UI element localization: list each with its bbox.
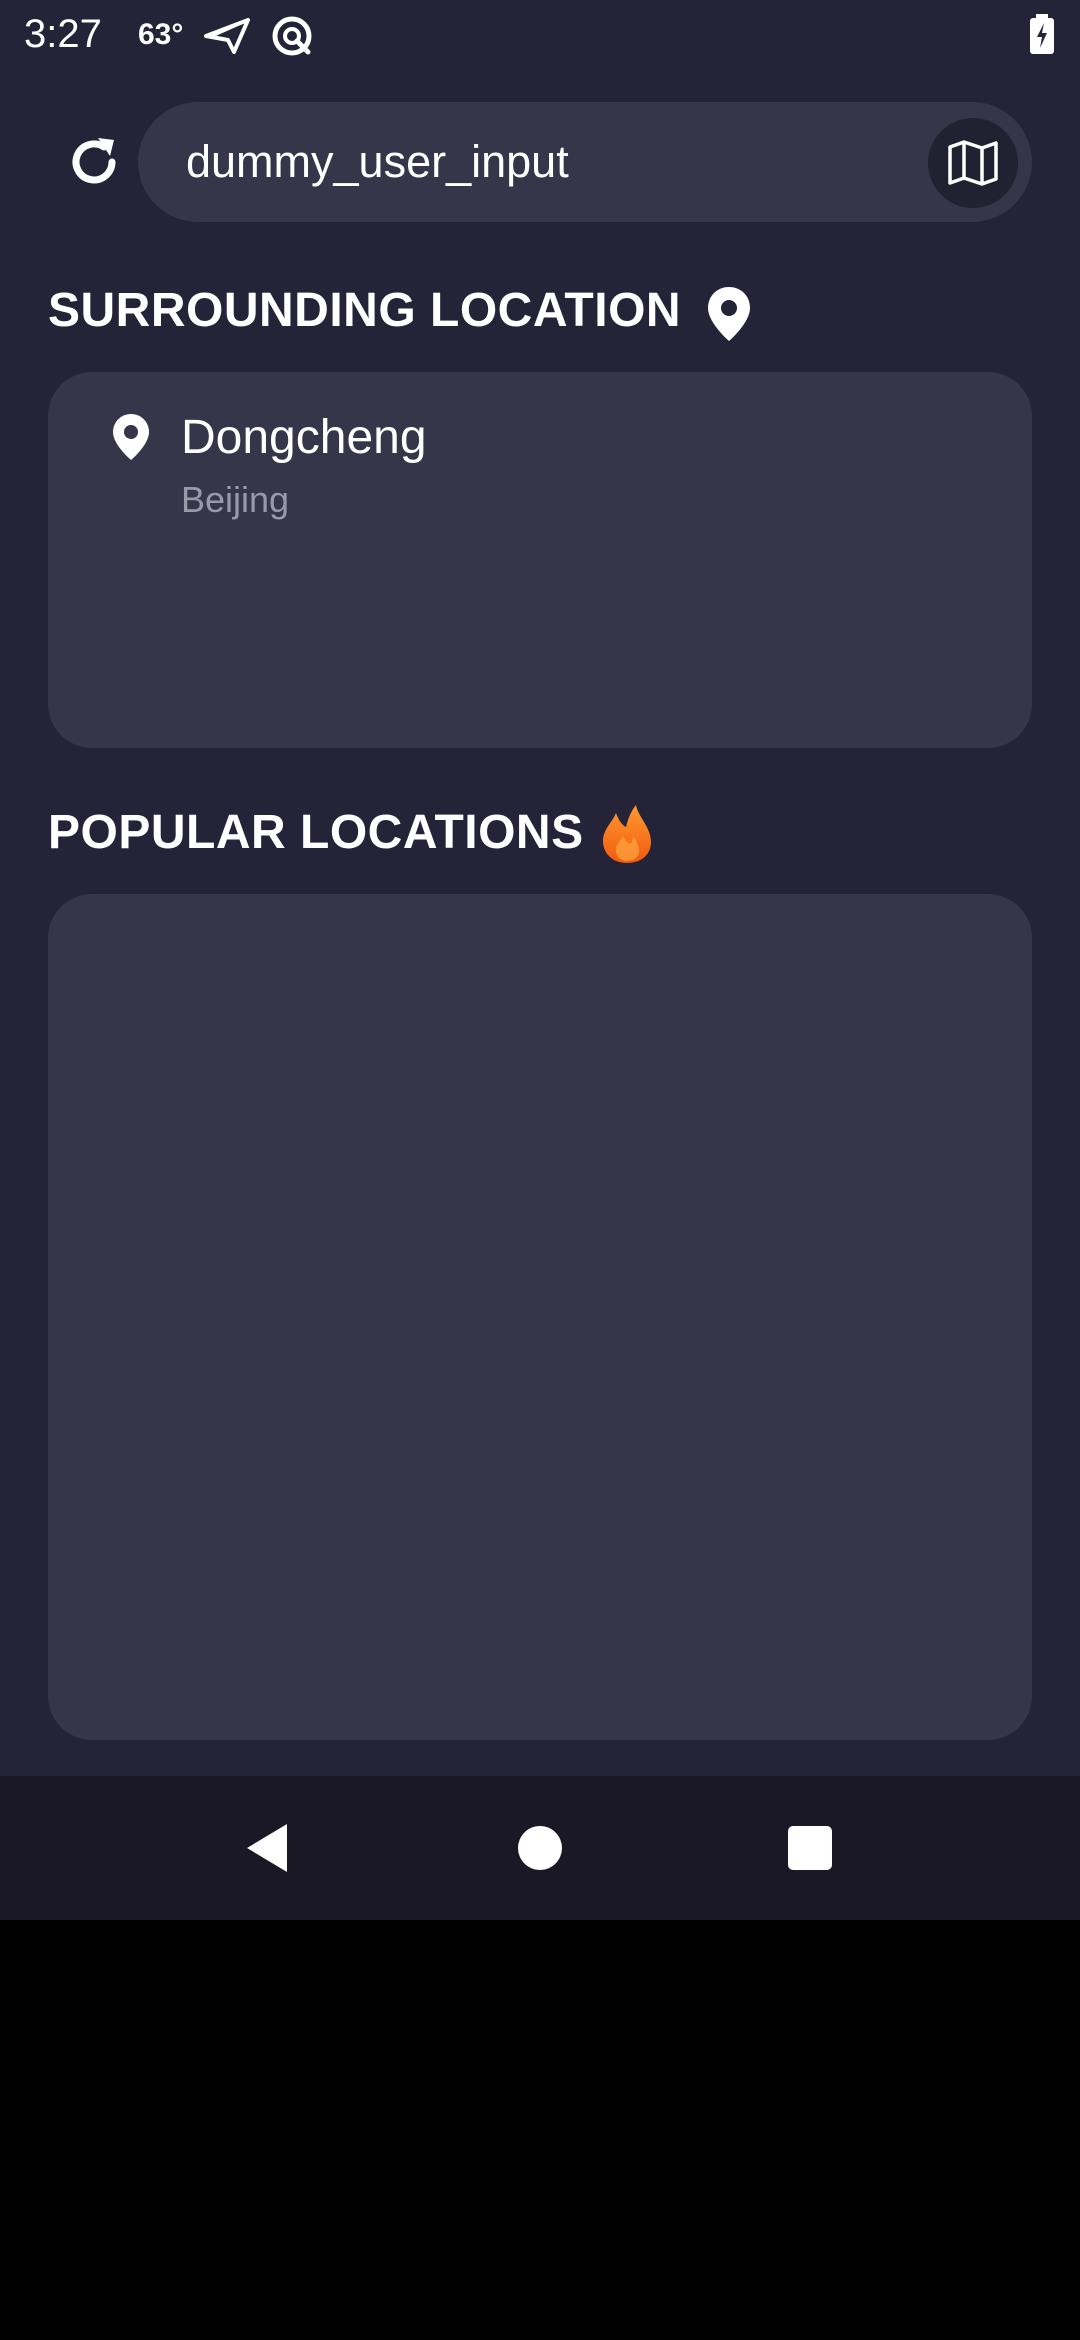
status-time: 3:27 [24,12,102,56]
navigation-bar [0,1776,1080,1920]
fire-icon [600,803,654,870]
surrounding-location-card: Dongcheng Beijing [48,372,1032,748]
battery-charging-icon [1030,14,1054,59]
refresh-button[interactable] [62,130,126,194]
recents-icon [788,1826,832,1870]
refresh-icon [72,138,116,184]
search-bar [138,102,1032,222]
back-icon [247,1824,287,1872]
surrounding-location-title: SURROUNDING LOCATION [48,284,682,337]
app-screen: 3:27 63° dummy_user_input SURROUNDING LO… [0,0,1080,1776]
status-bar: 3:27 63° [0,0,1080,72]
back-button[interactable] [218,1798,318,1898]
location-item[interactable]: Dongcheng Beijing [48,372,1032,542]
home-button[interactable] [490,1798,590,1898]
status-temperature: 63° [138,18,184,51]
send-icon [204,16,250,61]
location-pin-icon [110,412,152,467]
location-pin-icon [705,285,753,348]
search-input[interactable] [186,130,906,194]
sync-icon [270,14,314,63]
location-city: Beijing [181,479,290,520]
map-button[interactable] [928,118,1018,208]
popular-locations-card [48,894,1032,1740]
recents-button[interactable] [760,1798,860,1898]
popular-locations-title: POPULAR LOCATIONS [48,806,584,859]
home-icon [518,1826,562,1870]
location-name: Dongcheng [181,411,427,464]
map-icon [948,140,998,186]
